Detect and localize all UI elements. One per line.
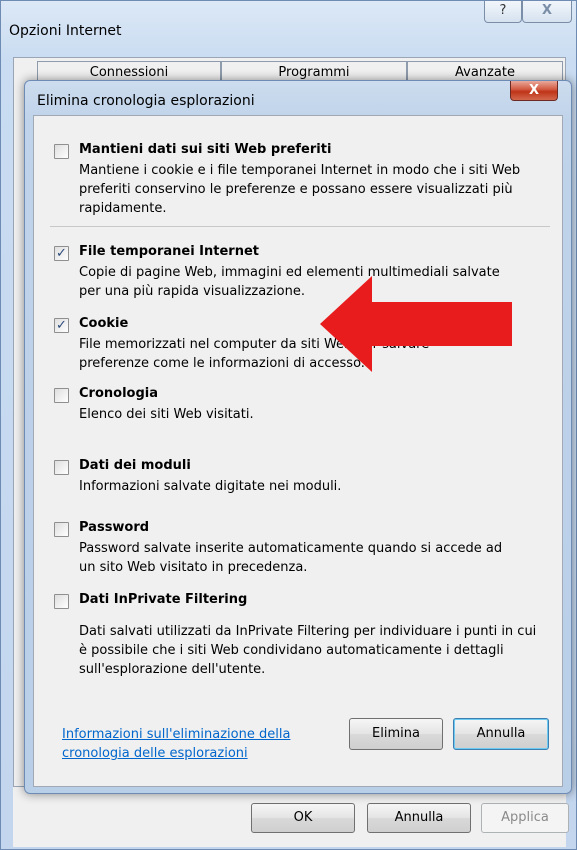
outer-cancel-button[interactable]: Annulla [367, 803, 471, 833]
ok-button[interactable]: OK [251, 803, 355, 833]
red-arrow-annotation [320, 276, 512, 372]
option-description: Password salvate inserite automaticament… [79, 541, 503, 575]
window-close-button[interactable]: X [522, 1, 572, 23]
separator [50, 226, 550, 227]
option-description: Informazioni salvate digitate nei moduli… [79, 479, 342, 494]
preserve-favorites-checkbox[interactable] [54, 144, 69, 159]
checkmark-icon: ✓ [56, 246, 67, 261]
option-description: Dati salvati utilizzati da InPrivate Fil… [79, 624, 537, 677]
inprivate-filtering-checkbox[interactable] [54, 594, 69, 609]
passwords-checkbox[interactable] [54, 522, 69, 537]
close-icon[interactable]: X [510, 81, 558, 101]
delete-button[interactable]: Elimina [349, 718, 443, 750]
option-title: Mantieni dati sui siti Web preferiti [79, 142, 332, 157]
temp-files-checkbox[interactable]: ✓ [54, 246, 69, 261]
option-description: Elenco dei siti Web visitati. [79, 407, 254, 422]
cancel-button[interactable]: Annulla [453, 718, 549, 750]
cookie-checkbox[interactable]: ✓ [54, 318, 69, 333]
option-title: File temporanei Internet [79, 244, 260, 259]
apply-button[interactable]: Applica [481, 803, 569, 833]
option-description: Mantiene i cookie e i file temporanei In… [79, 163, 521, 216]
option-title: Cronologia [79, 386, 158, 401]
form-data-checkbox[interactable] [54, 460, 69, 475]
window-title: Opzioni Internet [9, 23, 122, 39]
info-link[interactable]: Informazioni sull'eliminazione della cro… [62, 725, 322, 763]
dialog-title: Elimina cronologia esplorazioni [37, 93, 255, 109]
option-title: Cookie [79, 316, 129, 331]
checkmark-icon: ✓ [56, 318, 67, 333]
option-title: Dati InPrivate Filtering [79, 592, 248, 607]
help-icon[interactable]: ? [484, 1, 522, 23]
history-checkbox[interactable] [54, 388, 69, 403]
option-title: Dati dei moduli [79, 458, 191, 473]
option-title: Password [79, 520, 150, 535]
